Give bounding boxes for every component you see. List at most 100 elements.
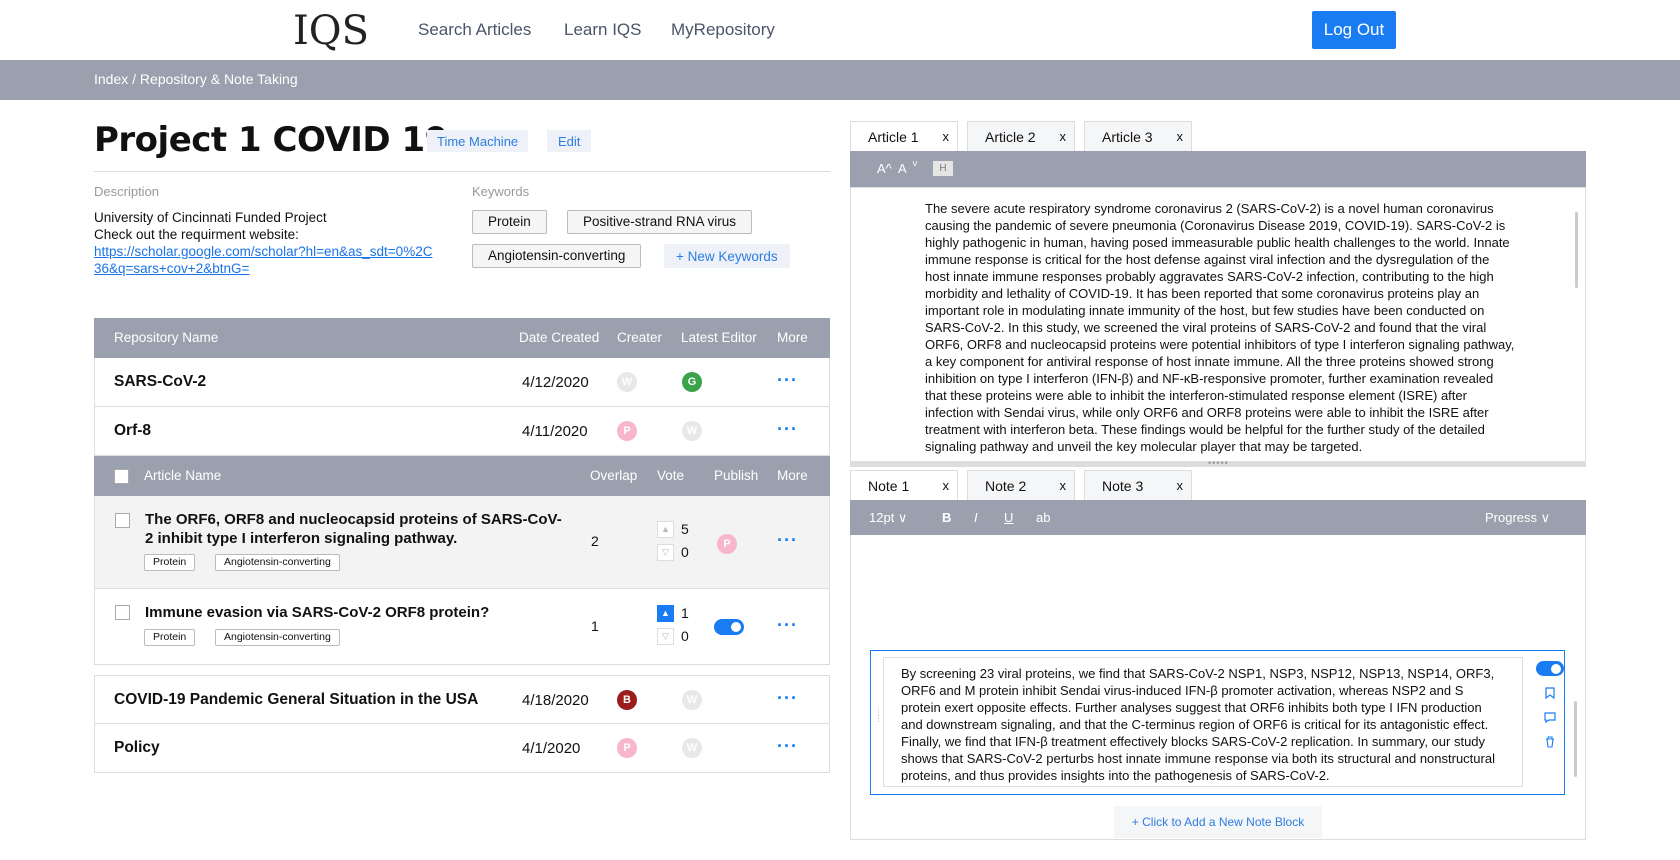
article-tag[interactable]: Angiotensin-converting: [215, 629, 340, 646]
italic-icon[interactable]: I: [974, 510, 978, 525]
more-icon[interactable]: ···: [777, 736, 798, 757]
table-row[interactable]: Orf-8 4/11/2020 P W ···: [94, 407, 830, 456]
more-icon[interactable]: ···: [777, 530, 798, 551]
time-machine-button[interactable]: Time Machine: [427, 130, 529, 152]
close-icon[interactable]: x: [943, 129, 950, 144]
keyword-chip[interactable]: Positive-strand RNA virus: [567, 210, 753, 234]
date-created: 4/18/2020: [522, 692, 589, 709]
drag-handle-icon[interactable]: ⋮ ⋮: [874, 708, 883, 723]
tab-label: Note 2: [985, 478, 1027, 494]
table-row[interactable]: SARS-CoV-2 4/12/2020 W G ···: [94, 358, 830, 407]
keyword-chip[interactable]: Angiotensin-converting: [472, 244, 642, 268]
nav-learn-iqs[interactable]: Learn IQS: [564, 20, 642, 40]
note-block[interactable]: ⋮ ⋮ By screening 23 viral proteins, we fi…: [870, 650, 1565, 795]
overlap-count: 2: [591, 533, 599, 549]
tab-note-2[interactable]: Note 2 x: [967, 470, 1075, 500]
editor-avatar[interactable]: W: [682, 738, 702, 758]
creator-avatar[interactable]: P: [617, 421, 637, 441]
underline-icon[interactable]: U: [1004, 510, 1013, 525]
close-icon[interactable]: x: [943, 478, 950, 493]
repo-table-header: Repository Name Date Created Creater Lat…: [94, 318, 830, 358]
article-tag[interactable]: Protein: [144, 629, 196, 646]
scrollbar[interactable]: [1575, 212, 1578, 288]
logout-button[interactable]: Log Out: [1312, 11, 1396, 49]
font-decrease-icon[interactable]: A: [898, 161, 907, 176]
close-icon[interactable]: x: [1177, 478, 1184, 493]
divider: [94, 171, 830, 172]
add-note-block-button[interactable]: + Click to Add a New Note Block: [1114, 806, 1322, 838]
article-tag[interactable]: Angiotensin-converting: [215, 554, 340, 571]
drag-handle-icon[interactable]: •••••: [1208, 458, 1229, 468]
publish-toggle[interactable]: [714, 619, 744, 635]
font-size-select[interactable]: 12pt ∨: [869, 510, 907, 526]
creator-avatar[interactable]: P: [617, 738, 637, 758]
iqs-logo[interactable]: IQS: [293, 6, 369, 54]
repository-name[interactable]: SARS-CoV-2: [114, 373, 206, 391]
close-icon[interactable]: x: [1060, 478, 1067, 493]
font-increase-icon[interactable]: A^: [877, 161, 892, 176]
new-keywords-button[interactable]: + New Keywords: [664, 244, 790, 268]
creator-avatar[interactable]: B: [617, 690, 637, 710]
resize-handle[interactable]: •••••: [850, 458, 1586, 468]
trash-icon[interactable]: [1545, 736, 1555, 748]
more-icon[interactable]: ···: [777, 615, 798, 636]
tab-note-1[interactable]: Note 1 x: [850, 470, 958, 500]
close-icon[interactable]: x: [1177, 129, 1184, 144]
breadcrumb[interactable]: Index / Repository & Note Taking: [94, 71, 298, 87]
keyword-chip[interactable]: Protein: [472, 210, 547, 234]
tab-article-3[interactable]: Article 3 x: [1084, 121, 1192, 151]
scrollbar[interactable]: [1574, 701, 1577, 777]
repository-name[interactable]: Policy: [114, 739, 160, 757]
repository-name[interactable]: COVID-19 Pandemic General Situation in t…: [114, 691, 478, 709]
downvote-icon[interactable]: ▽: [657, 544, 674, 561]
edit-button[interactable]: Edit: [547, 130, 592, 152]
editor-avatar[interactable]: W: [682, 421, 702, 441]
article-checkbox[interactable]: [115, 513, 130, 528]
creator-avatar[interactable]: W: [617, 372, 637, 392]
highlight-icon[interactable]: H: [933, 161, 953, 176]
comment-icon[interactable]: [1544, 712, 1556, 723]
tab-note-3[interactable]: Note 3 x: [1084, 470, 1192, 500]
editor-avatar[interactable]: W: [682, 690, 702, 710]
more-icon[interactable]: ···: [777, 419, 798, 440]
article-tag[interactable]: Protein: [144, 554, 196, 571]
strikethrough-icon[interactable]: ab: [1036, 510, 1050, 525]
col-more: More: [777, 468, 808, 483]
bold-icon[interactable]: B: [942, 510, 951, 525]
select-all-checkbox[interactable]: [114, 469, 129, 484]
requirement-link[interactable]: https://scholar.google.com/scholar?hl=en…: [94, 244, 432, 276]
more-icon[interactable]: ···: [777, 370, 798, 391]
col-overlap: Overlap: [590, 468, 638, 483]
tab-article-2[interactable]: Article 2 x: [967, 121, 1075, 151]
chevron-down-icon[interactable]: ˅: [912, 159, 918, 170]
downvote-icon[interactable]: ▽: [657, 628, 674, 645]
article-checkbox[interactable]: [115, 605, 130, 620]
note-text[interactable]: By screening 23 viral proteins, we find …: [883, 657, 1523, 787]
note-toggle[interactable]: [1536, 661, 1564, 676]
publisher-avatar[interactable]: P: [717, 534, 737, 554]
article-text[interactable]: The severe acute respiratory syndrome co…: [925, 200, 1515, 464]
editor-avatar[interactable]: G: [682, 372, 702, 392]
nav-search-articles[interactable]: Search Articles: [418, 20, 531, 40]
article-row[interactable]: The ORF6, ORF8 and nucleocapsid proteins…: [94, 496, 830, 589]
tab-article-1[interactable]: Article 1 x: [850, 121, 958, 151]
top-bar: IQS Search Articles Learn IQS MyReposito…: [0, 0, 1680, 60]
repository-name[interactable]: Orf-8: [114, 422, 151, 440]
article-title[interactable]: The ORF6, ORF8 and nucleocapsid proteins…: [145, 510, 565, 548]
tab-label: Note 1: [868, 478, 910, 494]
tab-label: Note 3: [1102, 478, 1144, 494]
more-icon[interactable]: ···: [777, 688, 798, 709]
article-title[interactable]: Immune evasion via SARS-CoV-2 ORF8 prote…: [145, 603, 565, 622]
article-toolbar: A^ A ˅ H: [850, 151, 1586, 187]
close-icon[interactable]: x: [1060, 129, 1067, 144]
article-row[interactable]: Immune evasion via SARS-CoV-2 ORF8 prote…: [94, 589, 830, 665]
upvote-icon[interactable]: ▲: [657, 605, 674, 622]
table-row[interactable]: Policy 4/1/2020 P W ···: [94, 724, 830, 773]
progress-select[interactable]: Progress ∨: [1485, 510, 1550, 526]
date-created: 4/12/2020: [522, 374, 589, 391]
upvote-icon[interactable]: ▲: [657, 521, 674, 538]
bookmark-icon[interactable]: [1545, 687, 1555, 699]
article-reader[interactable]: The severe acute respiratory syndrome co…: [850, 187, 1586, 465]
table-row[interactable]: COVID-19 Pandemic General Situation in t…: [94, 675, 830, 724]
nav-my-repository[interactable]: MyRepository: [671, 20, 775, 40]
